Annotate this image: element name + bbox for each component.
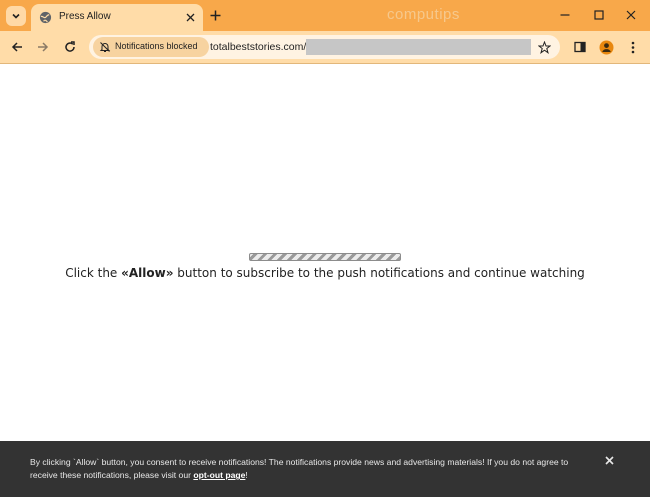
- bell-off-icon: [99, 42, 111, 52]
- tab-search-button[interactable]: [6, 6, 26, 26]
- side-panel-button[interactable]: [571, 38, 589, 56]
- maximize-button[interactable]: [589, 6, 609, 24]
- url-redaction: [306, 39, 531, 55]
- profile-button[interactable]: [597, 38, 615, 56]
- back-arrow-icon: [11, 42, 22, 52]
- new-tab-button[interactable]: [207, 7, 223, 23]
- star-icon: [537, 40, 551, 54]
- address-bar[interactable]: Notifications blocked totalbeststories.c…: [89, 35, 560, 59]
- message-prefix: Click the: [65, 266, 122, 280]
- back-button[interactable]: [8, 38, 26, 56]
- consent-text-end: !: [245, 470, 248, 480]
- consent-text-main: By clicking `Allow` button, you consent …: [30, 457, 569, 480]
- consent-close-button[interactable]: [602, 453, 616, 467]
- notifications-blocked-chip[interactable]: Notifications blocked: [93, 37, 209, 57]
- reload-icon: [65, 41, 75, 52]
- toolbar-divider: [0, 63, 650, 64]
- chevron-down-icon: [12, 13, 20, 19]
- message-suffix: button to subscribe to the push notifica…: [173, 266, 585, 280]
- side-panel-icon: [574, 41, 586, 53]
- loading-progress-bar: [249, 253, 401, 261]
- watermark: computips: [387, 6, 460, 23]
- page-message: Click the «Allow» button to subscribe to…: [0, 266, 650, 280]
- notification-chip-label: Notifications blocked: [115, 41, 198, 51]
- browser-toolbar: Notifications blocked totalbeststories.c…: [0, 31, 650, 63]
- maximize-icon: [594, 10, 604, 20]
- opt-out-link[interactable]: opt-out page: [193, 470, 245, 480]
- url-text[interactable]: totalbeststories.com/: [210, 41, 306, 53]
- tab-strip: Press Allow computips: [0, 0, 650, 31]
- close-icon: [626, 10, 636, 20]
- consent-bar: By clicking `Allow` button, you consent …: [0, 441, 650, 497]
- consent-text: By clicking `Allow` button, you consent …: [30, 456, 590, 482]
- close-icon: [604, 455, 614, 465]
- globe-icon: [39, 11, 52, 24]
- tab-active[interactable]: Press Allow: [31, 4, 203, 31]
- minimize-button[interactable]: [555, 6, 575, 24]
- tab-close-button[interactable]: [183, 10, 197, 24]
- forward-button[interactable]: [34, 38, 52, 56]
- message-allow-label: «Allow»: [121, 266, 174, 280]
- menu-dots-icon: [631, 41, 635, 53]
- reload-button[interactable]: [61, 38, 79, 56]
- plus-icon: [210, 10, 220, 20]
- window-close-button[interactable]: [621, 6, 641, 24]
- close-icon: [186, 13, 194, 21]
- minimize-icon: [560, 14, 570, 16]
- tab-title: Press Allow: [59, 11, 111, 22]
- profile-icon: [599, 40, 613, 54]
- bookmark-button[interactable]: [536, 39, 552, 55]
- menu-button[interactable]: [624, 38, 642, 56]
- forward-arrow-icon: [38, 42, 49, 52]
